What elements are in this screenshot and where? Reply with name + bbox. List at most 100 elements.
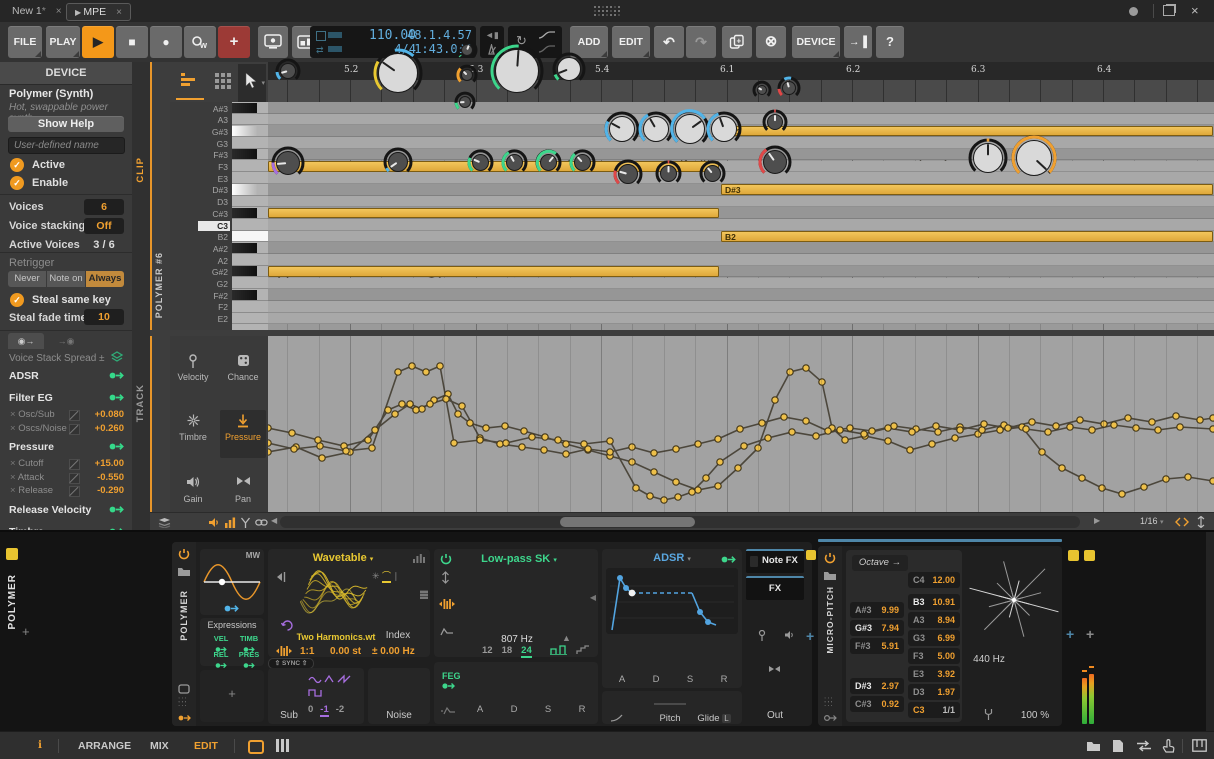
punch-in-icon[interactable]: ◄▮ — [485, 30, 499, 41]
expression-tab-pressure[interactable]: Pressure — [220, 410, 266, 458]
pressure-point[interactable] — [1089, 427, 1095, 433]
glide-knob[interactable] — [699, 160, 726, 187]
touch-icon[interactable] — [1162, 739, 1175, 753]
mod-source-pressure[interactable]: Pressure — [0, 437, 132, 457]
scroll-left-icon[interactable]: ◀ — [271, 516, 277, 525]
pressure-point[interactable] — [395, 369, 401, 375]
deactivate-button[interactable]: ⊗ — [756, 26, 786, 58]
feg-s-knob[interactable] — [535, 149, 562, 176]
filter-cutoff-knob[interactable] — [490, 44, 544, 98]
piano-keys[interactable] — [232, 102, 268, 330]
sub-octave-select[interactable]: 0 -1 -2 — [308, 704, 351, 715]
pressure-point[interactable] — [813, 433, 819, 439]
mod-target-row[interactable]: × Attack-0.550 — [0, 471, 132, 485]
piano-key-A#2[interactable] — [232, 242, 268, 254]
mod-routing-icon[interactable] — [824, 714, 837, 722]
inspector-row-value[interactable]: Off — [84, 218, 124, 234]
wavetable-name[interactable]: Two Harmonics.wt — [286, 631, 386, 643]
mod-source-adsr[interactable]: ADSR — [0, 366, 132, 386]
micropitch-device-name[interactable]: MICRO-PITCH — [825, 586, 835, 654]
pressure-point[interactable] — [907, 447, 913, 453]
mix-value[interactable]: 100 % — [1012, 710, 1058, 721]
pressure-point[interactable] — [1210, 478, 1214, 484]
sub-octave--1[interactable]: -1 — [320, 704, 328, 717]
pitch-cell-F3[interactable]: F35.00 — [908, 648, 960, 664]
pressure-point[interactable] — [885, 425, 891, 431]
mix-knob[interactable] — [1011, 135, 1057, 181]
pitch-cell-A#3[interactable]: A#39.99 — [850, 602, 904, 618]
pitch-keys-icon[interactable] — [276, 646, 292, 656]
filter-slope-select[interactable]: 121824 — [482, 645, 541, 656]
pressure-point[interactable] — [1023, 426, 1029, 432]
expression-tab-timbre[interactable]: Timbre — [170, 410, 216, 458]
automation-curve-icon[interactable] — [538, 30, 556, 40]
sub-octave-0[interactable]: 0 — [308, 704, 313, 715]
add-device-button[interactable]: + — [1066, 626, 1074, 642]
edit-menu-button[interactable]: EDIT — [612, 26, 650, 58]
pressure-point[interactable] — [772, 397, 778, 403]
expression-tab-velocity[interactable]: Velocity — [170, 350, 216, 398]
pressure-point[interactable] — [319, 455, 325, 461]
audio-view-tab[interactable] — [210, 68, 238, 96]
drag-handle-icon[interactable]: :::::: — [178, 698, 188, 706]
undo-button[interactable]: ↶ — [654, 26, 684, 58]
device-name-input[interactable]: User-defined name — [8, 137, 125, 154]
mod-sources-tab[interactable]: ◉→ — [8, 333, 44, 349]
mod-wheel-panel[interactable]: MW — [200, 549, 264, 615]
steal-same-key-checkbox[interactable]: ✓ — [10, 293, 24, 307]
sub-octave--2[interactable]: -2 — [336, 704, 344, 715]
pressure-point[interactable] — [563, 451, 569, 457]
close-icon[interactable]: × — [56, 6, 62, 17]
filter-panel[interactable]: Low-pass SK ▾ 807 Hz ◀ ▲ 121824 — [434, 549, 598, 657]
slope-steep-icon[interactable] — [550, 645, 570, 655]
power-icon[interactable] — [178, 548, 190, 560]
active-checkbox[interactable]: ✓ — [10, 158, 24, 172]
pressure-point[interactable] — [541, 447, 547, 453]
controller-monitor-button[interactable] — [258, 26, 288, 58]
osc-index-knob[interactable] — [373, 48, 423, 98]
pressure-point[interactable] — [1099, 485, 1105, 491]
keytrack-icon[interactable] — [276, 571, 288, 583]
pressure-point[interactable] — [1059, 465, 1065, 471]
piano-key-C3[interactable] — [232, 219, 268, 231]
amp-env-graph[interactable] — [606, 568, 738, 634]
pitch-cell-C3[interactable]: C31/1 — [908, 702, 960, 718]
fx-volume-knob[interactable] — [777, 76, 801, 100]
filter-keytrack-icon[interactable] — [439, 599, 455, 609]
piano-key-G2[interactable] — [232, 278, 268, 290]
preset-folder-icon[interactable] — [177, 566, 191, 577]
redo-button[interactable]: ↷ — [686, 26, 716, 58]
pitch-cell-A3[interactable]: A38.94 — [908, 612, 960, 628]
pressure-point[interactable] — [1210, 426, 1214, 432]
automation-write-button[interactable]: w — [184, 26, 216, 58]
amp-s-knob[interactable] — [670, 109, 710, 149]
filter-slope-12[interactable]: 12 — [482, 645, 493, 656]
pressure-point[interactable] — [673, 479, 679, 485]
pressure-point[interactable] — [1029, 419, 1035, 425]
fx-selector[interactable]: FX — [746, 576, 804, 600]
fold-notes-icon[interactable] — [240, 517, 251, 528]
piano-key-A2[interactable] — [232, 254, 268, 266]
mappings-icon[interactable] — [1136, 740, 1152, 752]
add-device-button2[interactable]: + — [1086, 626, 1094, 642]
pressure-point[interactable] — [423, 369, 429, 375]
pressure-point[interactable] — [427, 401, 433, 407]
lag-knob[interactable] — [613, 159, 643, 189]
inspector-panel-icon[interactable] — [1112, 739, 1124, 753]
help-button[interactable]: ? — [876, 26, 904, 58]
tab-project-active[interactable]: ▶ MPE × — [66, 3, 131, 21]
pressure-point[interactable] — [869, 428, 875, 434]
note-D#3[interactable]: D#3 — [721, 184, 1213, 195]
pressure-point[interactable] — [459, 403, 465, 409]
pressure-point[interactable] — [737, 426, 743, 432]
wt-slider-icon[interactable]: ▬▬▬ — [420, 589, 428, 598]
link-icon[interactable] — [255, 518, 268, 527]
inspector-row-value[interactable]: 6 — [84, 199, 124, 215]
capture-midi-button[interactable]: →▐ — [844, 26, 872, 58]
piano-key-A#3[interactable] — [232, 102, 268, 114]
stop-button[interactable]: ■ — [116, 26, 148, 58]
pressure-point[interactable] — [521, 428, 527, 434]
cursor-tool-button[interactable]: ▾ — [238, 64, 266, 102]
h-scrollbar[interactable] — [280, 516, 1080, 528]
info-icon[interactable]: i — [38, 739, 42, 751]
